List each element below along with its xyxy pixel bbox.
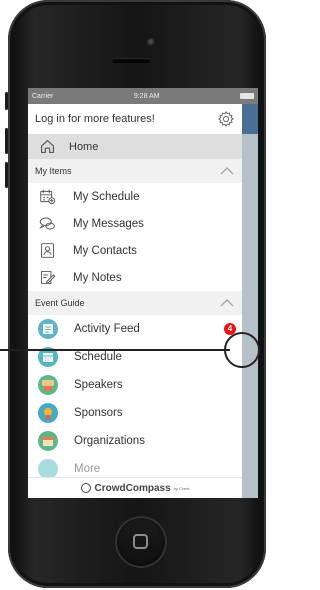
gear-icon[interactable] (217, 110, 235, 128)
login-prompt[interactable]: Log in for more features! (35, 113, 155, 125)
menu-item-my-schedule[interactable]: My Schedule (28, 183, 242, 210)
menu-item-label: More (74, 463, 101, 475)
menu-item-label: My Contacts (73, 244, 137, 257)
status-bar: Carrier 9:28 AM (28, 88, 258, 104)
login-row[interactable]: Log in for more features! (28, 104, 242, 134)
chevron-up-icon[interactable] (220, 167, 234, 175)
menu-item-organizations[interactable]: Organizations (28, 427, 242, 455)
main-header-bar (242, 104, 258, 134)
crowdcompass-logo-icon (80, 483, 91, 493)
phone-screen: Carrier 9:28 AM Log in for more features… (28, 88, 258, 498)
menu-item-label: Schedule (74, 351, 122, 363)
menu-item-sponsors[interactable]: Sponsors (28, 399, 242, 427)
activity-feed-icon (38, 319, 58, 339)
notes-icon (41, 271, 56, 284)
menu-item-label: Home (69, 140, 99, 153)
main-content-sliver[interactable] (242, 104, 258, 498)
mute-switch (5, 92, 8, 110)
more-icon (38, 459, 58, 479)
carrier-label: Carrier (32, 92, 54, 100)
battery-icon (239, 93, 254, 99)
sponsors-icon (38, 403, 58, 423)
menu-item-schedule[interactable]: Schedule (28, 343, 242, 371)
callout-line (0, 349, 230, 351)
menu-item-label: Activity Feed (74, 323, 140, 335)
menu-item-label: Speakers (74, 379, 123, 391)
section-header-event-guide[interactable]: Event Guide (28, 291, 242, 315)
side-menu: Log in for more features! Home My Items (28, 104, 242, 498)
speakers-icon (38, 375, 58, 395)
section-title: My Items (35, 166, 72, 176)
volume-up-button (5, 128, 8, 154)
chevron-up-icon[interactable] (220, 299, 234, 307)
section-title: Event Guide (35, 298, 85, 308)
menu-item-label: My Messages (73, 217, 144, 230)
footer-brand: CrowdCompass (94, 482, 171, 494)
menu-item-label: My Schedule (73, 190, 140, 203)
menu-item-label: Organizations (74, 435, 145, 447)
menu-item-label: My Notes (73, 271, 122, 284)
calendar-add-icon (40, 189, 56, 205)
menu-item-speakers[interactable]: Speakers (28, 371, 242, 399)
front-camera (147, 38, 156, 47)
menu-item-my-notes[interactable]: My Notes (28, 264, 242, 291)
menu-item-my-messages[interactable]: My Messages (28, 210, 242, 237)
crowdcompass-footer: CrowdCompass by Cvent (28, 477, 242, 498)
footer-small: by Cvent (173, 485, 190, 491)
home-button[interactable] (115, 516, 167, 568)
home-icon (40, 139, 55, 154)
menu-item-label: Sponsors (74, 407, 123, 419)
callout-circle (224, 332, 260, 368)
organizations-icon (38, 431, 58, 451)
contacts-icon (41, 243, 54, 258)
earpiece-speaker (112, 58, 150, 63)
messages-icon (39, 217, 55, 230)
menu-item-activity-feed[interactable]: Activity Feed 4 (28, 315, 242, 343)
section-header-my-items[interactable]: My Items (28, 159, 242, 183)
menu-item-home[interactable]: Home (28, 134, 242, 159)
status-time: 9:28 AM (133, 92, 160, 100)
menu-item-my-contacts[interactable]: My Contacts (28, 237, 242, 264)
volume-down-button (5, 162, 8, 188)
